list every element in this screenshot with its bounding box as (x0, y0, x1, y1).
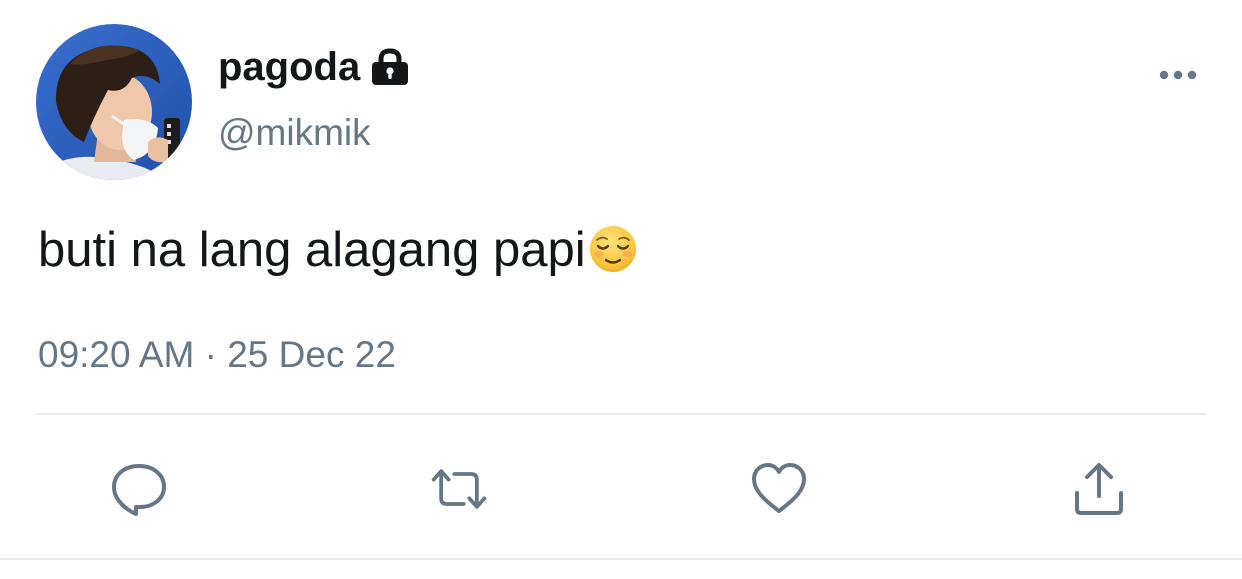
share-icon (1075, 463, 1123, 515)
user-handle[interactable]: @mikmik (218, 110, 371, 156)
tweet-time: 09:20 AM (38, 334, 195, 375)
avatar-photo (36, 24, 192, 180)
relieved-face-icon (588, 224, 638, 274)
tweet-date: 25 Dec 22 (227, 334, 396, 375)
tweet-card: pagoda @mikmik buti na lang alagang papi (0, 0, 1242, 579)
display-name[interactable]: pagoda (218, 44, 360, 90)
bottom-divider (0, 558, 1242, 560)
reply-button[interactable] (108, 458, 170, 520)
divider (36, 413, 1206, 415)
more-options-icon[interactable] (1156, 62, 1200, 88)
like-button[interactable] (748, 458, 810, 520)
tweet-body: buti na lang alagang papi (38, 223, 586, 277)
meta-separator: · (204, 334, 217, 375)
retweet-button[interactable] (428, 458, 490, 520)
share-button[interactable] (1068, 458, 1130, 520)
retweet-icon (431, 469, 487, 509)
tweet-timestamp[interactable]: 09:20 AM · 25 Dec 22 (38, 330, 396, 380)
name-row: pagoda (218, 44, 410, 90)
avatar[interactable] (36, 24, 192, 180)
reply-icon (112, 464, 166, 516)
lock-icon (370, 48, 410, 86)
tweet-text: buti na lang alagang papi (38, 218, 638, 282)
heart-icon (752, 463, 806, 513)
